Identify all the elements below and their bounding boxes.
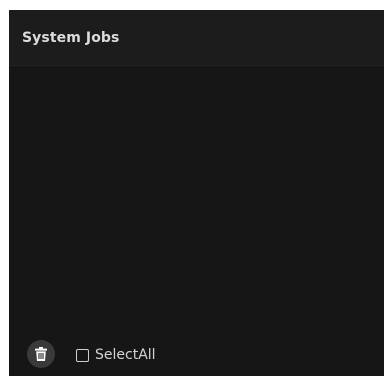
delete-button[interactable] <box>27 340 55 368</box>
select-all-checkbox[interactable] <box>76 348 89 362</box>
system-jobs-panel: System Jobs SelectAll <box>9 10 384 376</box>
panel-footer: SelectAll <box>9 336 384 376</box>
trash-icon <box>35 347 47 361</box>
jobs-list <box>9 66 384 336</box>
panel-header: System Jobs <box>9 10 384 66</box>
panel-title: System Jobs <box>22 30 120 46</box>
select-all-label: SelectAll <box>95 347 156 363</box>
select-all-control[interactable]: SelectAll <box>76 346 156 364</box>
